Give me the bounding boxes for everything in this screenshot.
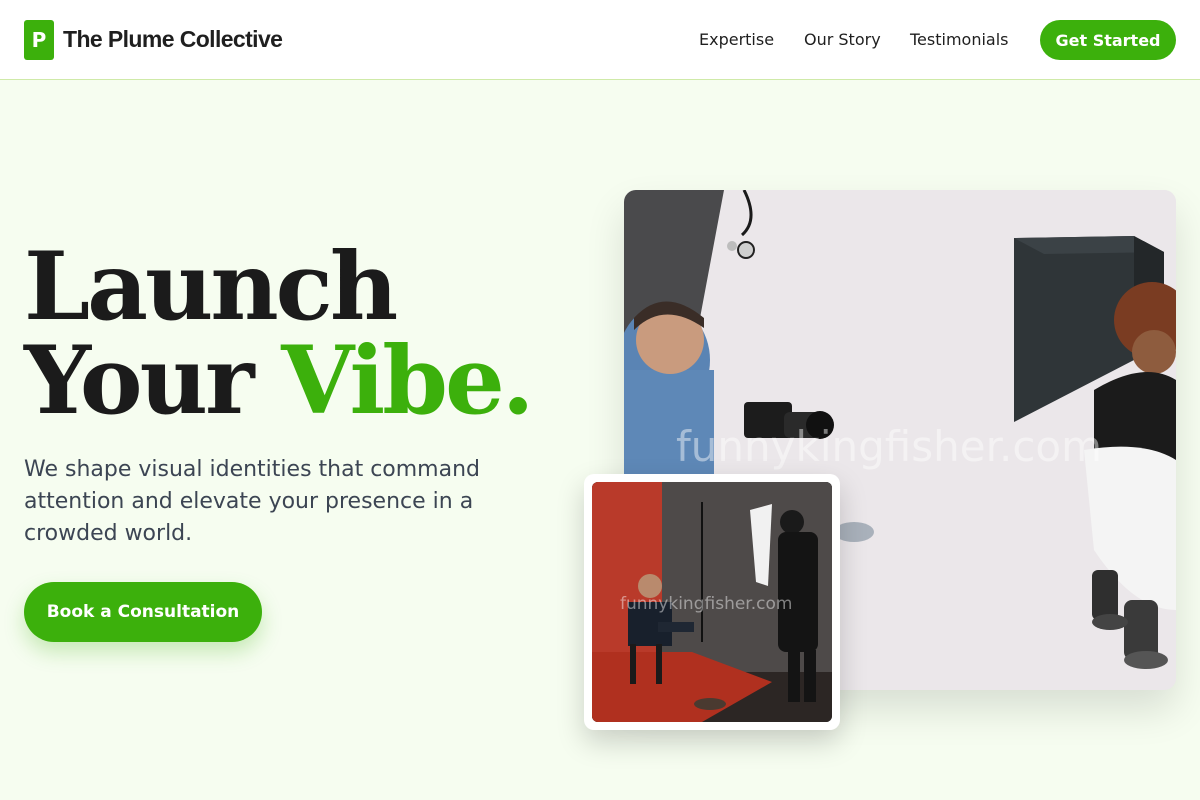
hero-subhead: We shape visual identities that command … — [24, 457, 480, 546]
nav-link-our-story[interactable]: Our Story — [804, 30, 881, 49]
site-header: P The Plume Collective Expertise Our Sto… — [0, 0, 1200, 80]
get-started-button[interactable]: Get Started — [1040, 20, 1176, 60]
inset-photo-watermark: funnykingfisher.com — [620, 594, 793, 614]
headline-line-2: Your Vibe. — [24, 334, 534, 428]
brand-name[interactable]: The Plume Collective — [63, 26, 283, 53]
book-consultation-button[interactable]: Book a Consultation — [24, 582, 262, 642]
headline-accent-word: Vibe. — [281, 326, 534, 436]
nav-link-expertise[interactable]: Expertise — [699, 30, 774, 49]
inset-photo-card: funnykingfisher.com — [584, 474, 840, 730]
inset-photo-studio: funnykingfisher.com — [592, 482, 832, 722]
headline-line-1: Launch — [24, 232, 398, 342]
main-photo-watermark: funnykingfisher.com — [676, 422, 1103, 471]
headline-word-your: Your — [24, 326, 254, 436]
hero-headline: Launch Your Vibe. — [24, 232, 534, 428]
logo-icon[interactable]: P — [24, 20, 54, 60]
nav-link-testimonials[interactable]: Testimonials — [910, 30, 1009, 49]
